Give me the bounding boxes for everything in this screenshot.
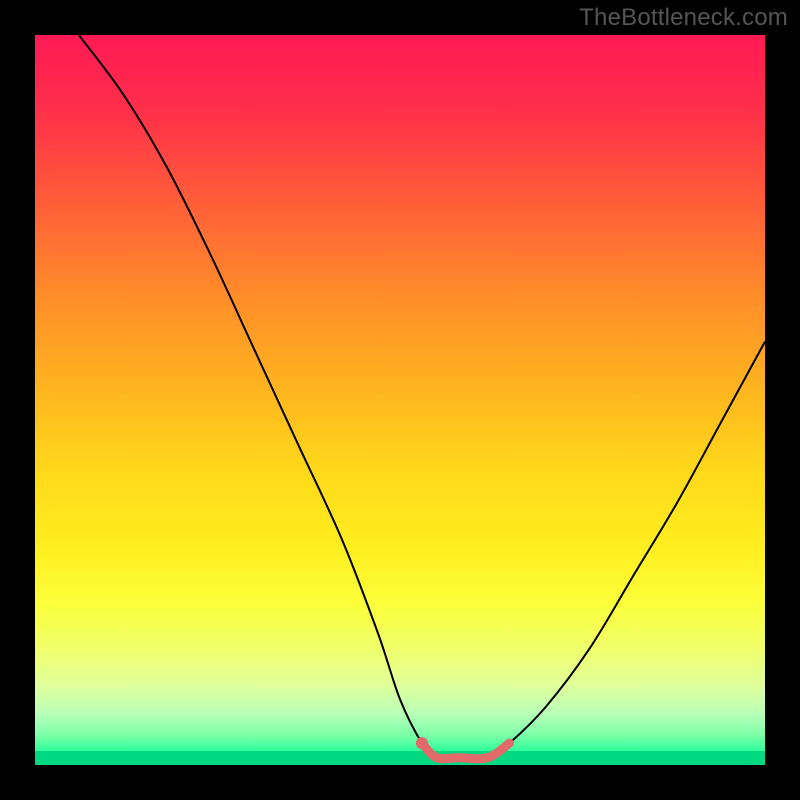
chart-frame: TheBottleneck.com bbox=[0, 0, 800, 800]
optimal-range-highlight bbox=[422, 743, 510, 759]
bottleneck-curve-line bbox=[79, 35, 765, 759]
watermark-text: TheBottleneck.com bbox=[579, 4, 788, 32]
plot-area bbox=[35, 35, 765, 765]
bottleneck-curve-svg bbox=[35, 35, 765, 765]
optimal-range-start-dot bbox=[416, 737, 428, 749]
